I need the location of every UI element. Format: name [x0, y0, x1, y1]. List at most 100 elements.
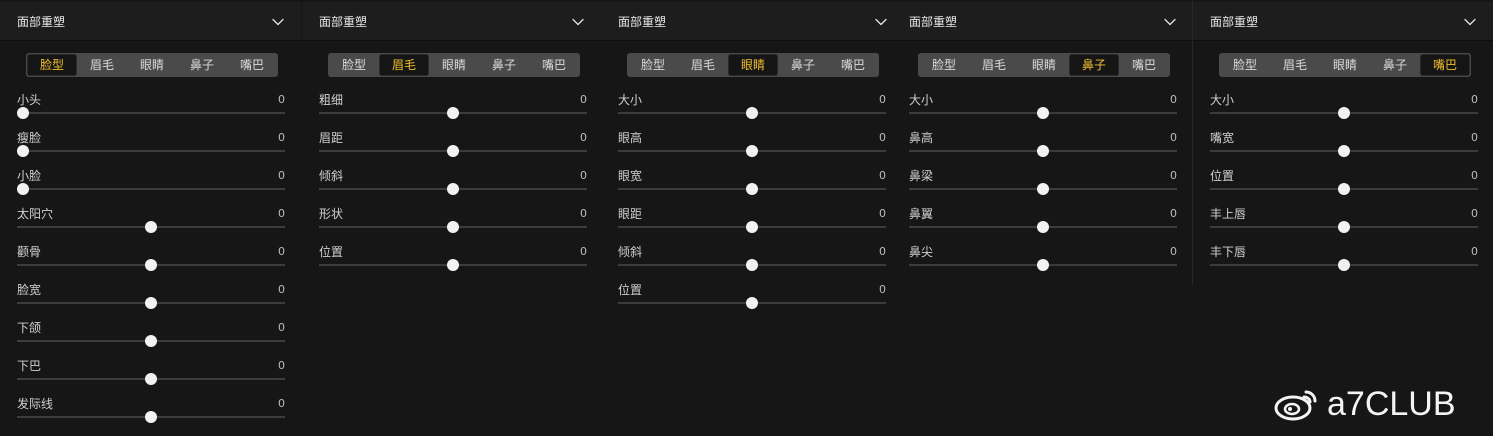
- chevron-down-icon[interactable]: [270, 14, 286, 30]
- slider-thumb[interactable]: [447, 259, 459, 271]
- tab-eyes[interactable]: 眼睛: [429, 54, 479, 76]
- slider-track[interactable]: [17, 112, 285, 114]
- tab-eyebrows[interactable]: 眉毛: [77, 54, 127, 76]
- slider-thumb[interactable]: [746, 183, 758, 195]
- face-reshape-panel: 面部重塑 脸型 眉毛 眼睛 鼻子 嘴巴 小头 0 瘦脸 0 小脸 0 太阳穴 0 颧骨 0 脸宽 0 下颌 0 下巴 0 发…: [0, 0, 301, 436]
- slider-row: 眉距 0: [319, 131, 587, 161]
- slider-value: 0: [1471, 131, 1478, 144]
- tab-mouth[interactable]: 嘴巴: [1119, 54, 1169, 76]
- tab-nose[interactable]: 鼻子: [177, 54, 227, 76]
- slider-thumb[interactable]: [746, 221, 758, 233]
- slider-thumb[interactable]: [1037, 183, 1049, 195]
- slider-label: 眉距: [319, 131, 344, 145]
- slider-thumb[interactable]: [447, 183, 459, 195]
- tab-face-shape[interactable]: 脸型: [628, 54, 678, 76]
- slider-value: 0: [580, 245, 587, 258]
- panel-title: 面部重塑: [319, 15, 368, 29]
- slider-value: 0: [879, 245, 886, 258]
- tab-face-shape[interactable]: 脸型: [27, 54, 77, 76]
- tab-eyes[interactable]: 眼睛: [127, 54, 177, 76]
- face-reshape-panel: 面部重塑 脸型 眉毛 眼睛 鼻子 嘴巴 大小 0 鼻高 0 鼻梁 0 鼻翼 0 鼻尖 0: [892, 0, 1193, 436]
- tab-mouth[interactable]: 嘴巴: [1420, 54, 1470, 76]
- slider-thumb[interactable]: [746, 297, 758, 309]
- watermark-text: a7CLUB: [1327, 384, 1456, 423]
- tab-eyebrows[interactable]: 眉毛: [969, 54, 1019, 76]
- panel-header[interactable]: 面部重塑: [892, 2, 1193, 41]
- slider-row: 眼高 0: [618, 131, 886, 161]
- slider-thumb[interactable]: [746, 259, 758, 271]
- slider-thumb[interactable]: [746, 145, 758, 157]
- slider-thumb[interactable]: [1338, 221, 1350, 233]
- tab-nose[interactable]: 鼻子: [778, 54, 828, 76]
- weibo-logo-icon: [1274, 390, 1317, 421]
- slider-value: 0: [278, 359, 285, 372]
- panel-header[interactable]: 面部重塑: [0, 2, 301, 41]
- panel-header[interactable]: 面部重塑: [1193, 2, 1493, 41]
- slider-thumb[interactable]: [1338, 145, 1350, 157]
- tab-mouth[interactable]: 嘴巴: [529, 54, 579, 76]
- tab-eyebrows[interactable]: 眉毛: [1270, 54, 1320, 76]
- tab-eyes[interactable]: 眼睛: [1019, 54, 1069, 76]
- slider-track[interactable]: [17, 188, 285, 190]
- chevron-down-icon[interactable]: [873, 14, 889, 30]
- slider-track[interactable]: [17, 150, 285, 152]
- slider-label: 嘴宽: [1210, 131, 1235, 145]
- slider-thumb[interactable]: [447, 221, 459, 233]
- slider-value: 0: [278, 245, 285, 258]
- slider-thumb[interactable]: [145, 221, 157, 233]
- tab-nose[interactable]: 鼻子: [1370, 54, 1420, 76]
- slider-label: 鼻高: [909, 131, 934, 145]
- slider-thumb[interactable]: [746, 107, 758, 119]
- slider-thumb[interactable]: [1037, 107, 1049, 119]
- tab-eyes[interactable]: 眼睛: [728, 54, 778, 76]
- slider-thumb[interactable]: [145, 373, 157, 385]
- feature-tabs: 脸型 眉毛 眼睛 鼻子 嘴巴: [1219, 53, 1471, 77]
- slider-label: 太阳穴: [17, 207, 54, 221]
- slider-thumb[interactable]: [145, 335, 157, 347]
- slider-row: 丰上唇 0: [1210, 207, 1478, 237]
- tab-nose[interactable]: 鼻子: [1069, 54, 1119, 76]
- panel-header[interactable]: 面部重塑: [601, 2, 904, 41]
- tab-face-shape[interactable]: 脸型: [919, 54, 969, 76]
- slider-thumb[interactable]: [17, 145, 29, 157]
- slider-label: 位置: [618, 283, 643, 297]
- slider-row: 粗细 0: [319, 93, 587, 123]
- slider-label: 大小: [909, 93, 934, 107]
- slider-thumb[interactable]: [1037, 145, 1049, 157]
- tab-face-shape[interactable]: 脸型: [329, 54, 379, 76]
- slider-thumb[interactable]: [1338, 183, 1350, 195]
- slider-thumb[interactable]: [145, 411, 157, 423]
- slider-value: 0: [879, 169, 886, 182]
- slider-value: 0: [278, 169, 285, 182]
- slider-label: 丰下唇: [1210, 245, 1247, 259]
- tab-eyebrows[interactable]: 眉毛: [379, 54, 429, 76]
- slider-row: 形状 0: [319, 207, 587, 237]
- slider-label: 丰上唇: [1210, 207, 1247, 221]
- tab-nose[interactable]: 鼻子: [479, 54, 529, 76]
- slider-value: 0: [278, 93, 285, 106]
- slider-thumb[interactable]: [17, 107, 29, 119]
- slider-thumb[interactable]: [145, 259, 157, 271]
- panel-header[interactable]: 面部重塑: [302, 2, 601, 41]
- slider-value: 0: [879, 131, 886, 144]
- slider-thumb[interactable]: [447, 107, 459, 119]
- tab-mouth[interactable]: 嘴巴: [828, 54, 878, 76]
- slider-value: 0: [1471, 207, 1478, 220]
- tab-eyes[interactable]: 眼睛: [1320, 54, 1370, 76]
- slider-thumb[interactable]: [1037, 259, 1049, 271]
- chevron-down-icon[interactable]: [1162, 14, 1178, 30]
- slider-thumb[interactable]: [1338, 107, 1350, 119]
- slider-value: 0: [580, 207, 587, 220]
- chevron-down-icon[interactable]: [570, 14, 586, 30]
- tab-mouth[interactable]: 嘴巴: [227, 54, 277, 76]
- slider-thumb[interactable]: [17, 183, 29, 195]
- slider-thumb[interactable]: [447, 145, 459, 157]
- slider-thumb[interactable]: [1338, 259, 1350, 271]
- tab-eyebrows[interactable]: 眉毛: [678, 54, 728, 76]
- face-reshape-panel: 面部重塑 脸型 眉毛 眼睛 鼻子 嘴巴 粗细 0 眉距 0 倾斜 0 形状 0 位置 0: [302, 0, 601, 436]
- slider-thumb[interactable]: [1037, 221, 1049, 233]
- tab-face-shape[interactable]: 脸型: [1220, 54, 1270, 76]
- chevron-down-icon[interactable]: [1462, 14, 1478, 30]
- slider-row: 大小 0: [1210, 93, 1478, 123]
- slider-thumb[interactable]: [145, 297, 157, 309]
